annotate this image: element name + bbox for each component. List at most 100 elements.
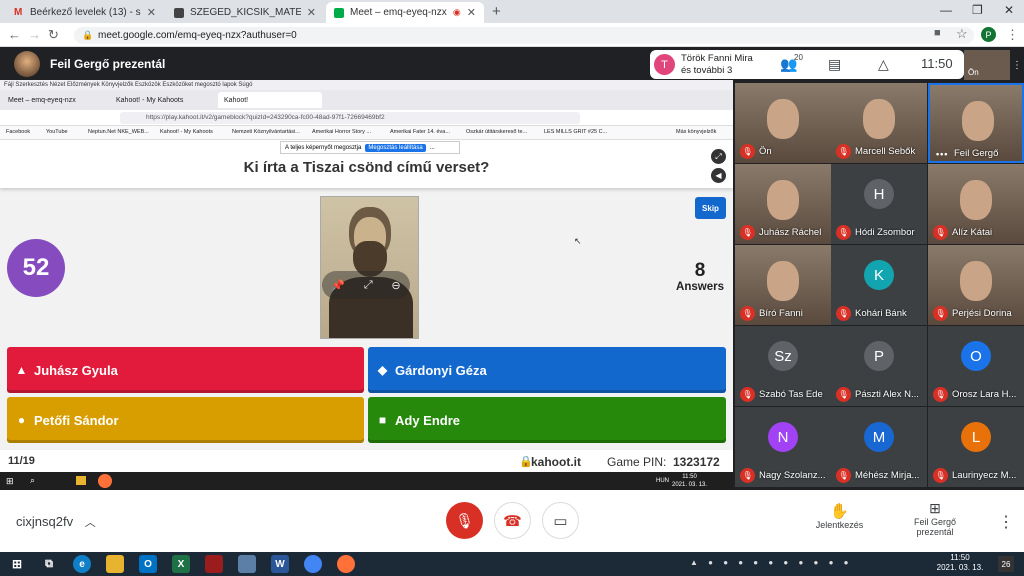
bookmark[interactable]: Oszkár útitárskereső te... [466, 129, 527, 135]
bookmark[interactable]: Facebook [6, 129, 30, 135]
answer-option-4[interactable]: ■ Ady Endre [368, 397, 726, 443]
outlook-icon[interactable]: O [139, 555, 157, 573]
bookmark[interactable]: Amerikai Horror Story ... [312, 129, 371, 135]
participant-tile[interactable]: N 🎙 Nagy Szolanz... [735, 407, 831, 487]
word-icon[interactable]: W [271, 555, 289, 573]
chevron-up-icon: ︿ [84, 517, 96, 529]
answer-option-3[interactable]: ● Petőfi Sándor [7, 397, 364, 443]
app-icon[interactable] [205, 555, 223, 573]
star-icon[interactable]: ☆ [956, 26, 968, 42]
excel-icon[interactable]: X [172, 555, 190, 573]
participant-tile[interactable]: 🎙 Alíz Kátai [928, 164, 1024, 244]
bookmark[interactable]: Nemzeti Köznyilvántartási... [232, 129, 300, 135]
participant-tile[interactable]: 🎙 Juhász Ráchel [735, 164, 831, 244]
more-options-icon[interactable]: ⋮ [998, 512, 1014, 532]
file-explorer-icon[interactable] [106, 555, 124, 573]
windows-start-icon[interactable]: ⊞ [8, 555, 26, 573]
mic-toggle-button[interactable]: 🎙 [446, 502, 483, 539]
close-icon[interactable]: ✕ [147, 6, 156, 19]
taskbar-clock[interactable]: 11:50 2021. 03. 13. [935, 553, 985, 573]
minimize-button[interactable]: — [940, 3, 952, 17]
tab-meet[interactable]: Meet – emq-eyeq-nzx ◉ ✕ [326, 2, 484, 23]
sound-icon[interactable]: ◀ [711, 168, 726, 183]
participant-tile[interactable]: 🎙 Bíró Fanni [735, 245, 831, 325]
participant-tile[interactable]: K 🎙 Kohári Bánk [831, 245, 927, 325]
bookmark[interactable]: Amerikai Fater 14. éva... [390, 129, 450, 135]
firefox-icon [98, 474, 112, 488]
notification-badge[interactable]: 26 [998, 556, 1014, 572]
firefox-url-field[interactable]: https://play.kahoot.it/v2/gameblock?quiz… [120, 112, 580, 124]
close-icon[interactable]: ✕ [307, 6, 316, 19]
tab-docs[interactable]: SZEGED_KICSIK_MATEK_SZ3_202 ✕ [166, 2, 324, 23]
fullscreen-icon[interactable]: ⤢ [364, 279, 373, 292]
participant-name: Perjési Dorina [952, 308, 1012, 319]
activities-icon[interactable]: △ [878, 56, 889, 73]
participant-name: Ön [759, 146, 772, 157]
participant-tile[interactable]: O 🎙 Orosz Lara H... [928, 326, 1024, 406]
maximize-button[interactable]: ❐ [972, 3, 983, 17]
participant-avatar: O [961, 341, 991, 371]
fullscreen-icon[interactable]: ⤢ [711, 149, 726, 164]
url-field[interactable]: 🔒 meet.google.com/emq-eyeq-nzx?authuser=… [74, 27, 974, 44]
pin-icon[interactable]: 📌 [331, 279, 345, 292]
present-icon: ⊞ [929, 500, 941, 516]
participant-tile[interactable]: 🎙 Ön [735, 83, 831, 163]
participant-tile[interactable]: Sz 🎙 Szabó Tas Ede [735, 326, 831, 406]
windows-start-icon: ⊞ [6, 476, 14, 486]
calculator-icon[interactable] [238, 555, 256, 573]
reload-icon[interactable]: ↻ [48, 27, 59, 43]
bookmark[interactable]: LES MILLS GRIT #25 C... [544, 129, 607, 135]
participant-avatar: L [961, 422, 991, 452]
url-text: meet.google.com/emq-eyeq-nzx?authuser=0 [98, 30, 297, 41]
ff-tab-kahoot[interactable]: Kahoot! [218, 92, 322, 108]
edge-icon[interactable]: e [73, 555, 91, 573]
menu-icon[interactable]: ⋮ [1006, 27, 1019, 43]
forward-icon[interactable]: → [28, 27, 41, 42]
present-button[interactable]: ⊞ Feil Gergő prezentál [900, 500, 970, 537]
camera-icon[interactable]: ■ [934, 27, 941, 39]
camera-toggle-button[interactable]: ▭ [542, 502, 579, 539]
firefox-icon[interactable] [337, 555, 355, 573]
stop-sharing-button[interactable]: Megosztás leállítása [365, 143, 426, 152]
participant-tile[interactable]: 🎙 Marcell Sebők [831, 83, 927, 163]
close-icon[interactable]: ✕ [467, 6, 476, 19]
close-window-button[interactable]: ✕ [1004, 3, 1014, 17]
answer-option-2[interactable]: ◆ Gárdonyi Géza [368, 347, 726, 393]
ff-tab-mykahoots[interactable]: Kahoot! - My Kahoots [110, 92, 214, 108]
task-view-icon[interactable]: ⧉ [40, 555, 58, 573]
profile-avatar[interactable]: P [981, 27, 996, 42]
more-icon[interactable]: ⋮ [1012, 60, 1022, 71]
leave-call-button[interactable]: ☎ [494, 502, 531, 539]
hide-button[interactable]: ... [430, 145, 435, 151]
raise-hand-button[interactable]: ✋ Jelentkezés [812, 502, 867, 530]
answer-option-1[interactable]: ▲ Juhász Gyula [7, 347, 364, 393]
back-icon[interactable]: ← [8, 27, 21, 42]
share-text: A teljes képernyőt megosztja [285, 144, 362, 151]
ff-tab-meet[interactable]: Meet – emq-eyeq-nzx [2, 92, 106, 108]
bookmark[interactable]: Neptun.Net NKE_WEB... [88, 129, 149, 135]
participant-tile[interactable]: ••• Feil Gergő [928, 83, 1024, 163]
tab-gmail[interactable]: M Beérkező levelek (13) - szabone.a ✕ [6, 2, 164, 23]
meet-icon [334, 7, 344, 18]
participant-tile[interactable]: P 🎙 Pászti Alex N... [831, 326, 927, 406]
participant-tile[interactable]: M 🎙 Méhész Mirja... [831, 407, 927, 487]
ff-tab-title: Meet – emq-eyeq-nzx [8, 96, 76, 104]
meeting-code[interactable]: cixjnsq2fv ︿ [16, 514, 96, 530]
participant-tile[interactable]: 🎙 Perjési Dorina [928, 245, 1024, 325]
camera-icon: ▭ [553, 512, 568, 530]
new-tab-button[interactable]: + [492, 3, 501, 20]
bookmark[interactable]: YouTube [46, 129, 68, 135]
screen-share-bar: A teljes képernyőt megosztja Megosztás l… [280, 141, 460, 154]
chrome-icon[interactable] [304, 555, 322, 573]
minus-circle-icon[interactable]: ⊖ [391, 279, 400, 292]
chat-icon[interactable]: ▤ [828, 56, 841, 73]
bookmark[interactable]: Kahoot! - My Kahoots [160, 129, 213, 135]
bookmark[interactable]: Más könyvjelzők [676, 129, 716, 135]
skip-button[interactable]: Skip [695, 197, 726, 219]
participant-avatar: N [768, 422, 798, 452]
participant-name: Feil Gergő [954, 148, 999, 159]
participant-tile[interactable]: H 🎙 Hódi Zsombor [831, 164, 927, 244]
presenter-avatar [14, 51, 40, 77]
participant-tile[interactable]: L 🎙 Laurinyecz M... [928, 407, 1024, 487]
hang-up-icon: ☎ [503, 512, 522, 530]
